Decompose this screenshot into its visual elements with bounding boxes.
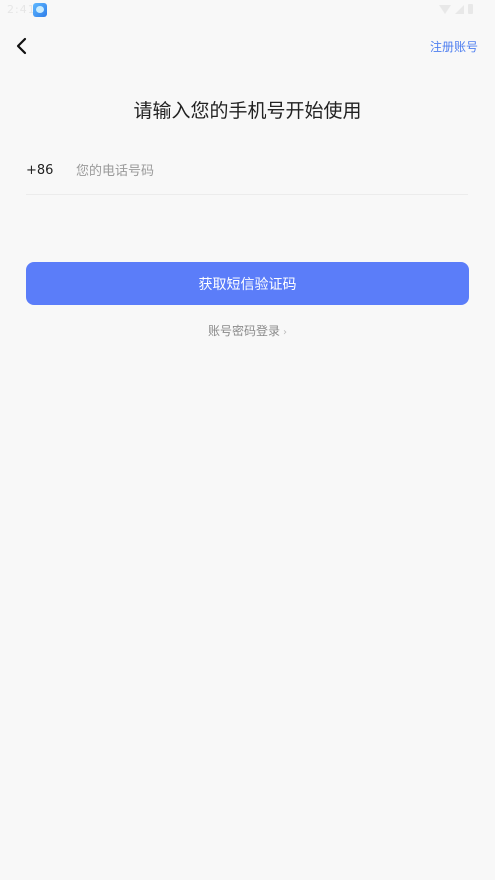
app-notification-icon [33, 3, 47, 17]
phone-number-input[interactable] [76, 158, 456, 184]
top-bar: 注册账号 [0, 30, 495, 62]
status-bar: 2:41 [0, 0, 495, 22]
wifi-icon [439, 4, 451, 14]
phone-input-row: +86 [26, 152, 468, 195]
get-sms-code-button[interactable]: 获取短信验证码 [26, 262, 469, 305]
status-time: 2:41 [7, 3, 36, 16]
chevron-right-icon: › [283, 327, 287, 338]
back-button[interactable] [10, 34, 34, 58]
signal-icon [455, 4, 464, 14]
password-login-link[interactable]: 账号密码登录 › [0, 322, 495, 339]
chevron-left-icon [16, 37, 27, 55]
page-title: 请输入您的手机号开始使用 [133, 100, 362, 122]
password-login-label: 账号密码登录 [207, 324, 280, 338]
register-account-link[interactable]: 注册账号 [430, 38, 478, 55]
status-icons [439, 4, 473, 14]
country-code[interactable]: +86 [26, 163, 53, 178]
battery-icon [468, 4, 473, 14]
